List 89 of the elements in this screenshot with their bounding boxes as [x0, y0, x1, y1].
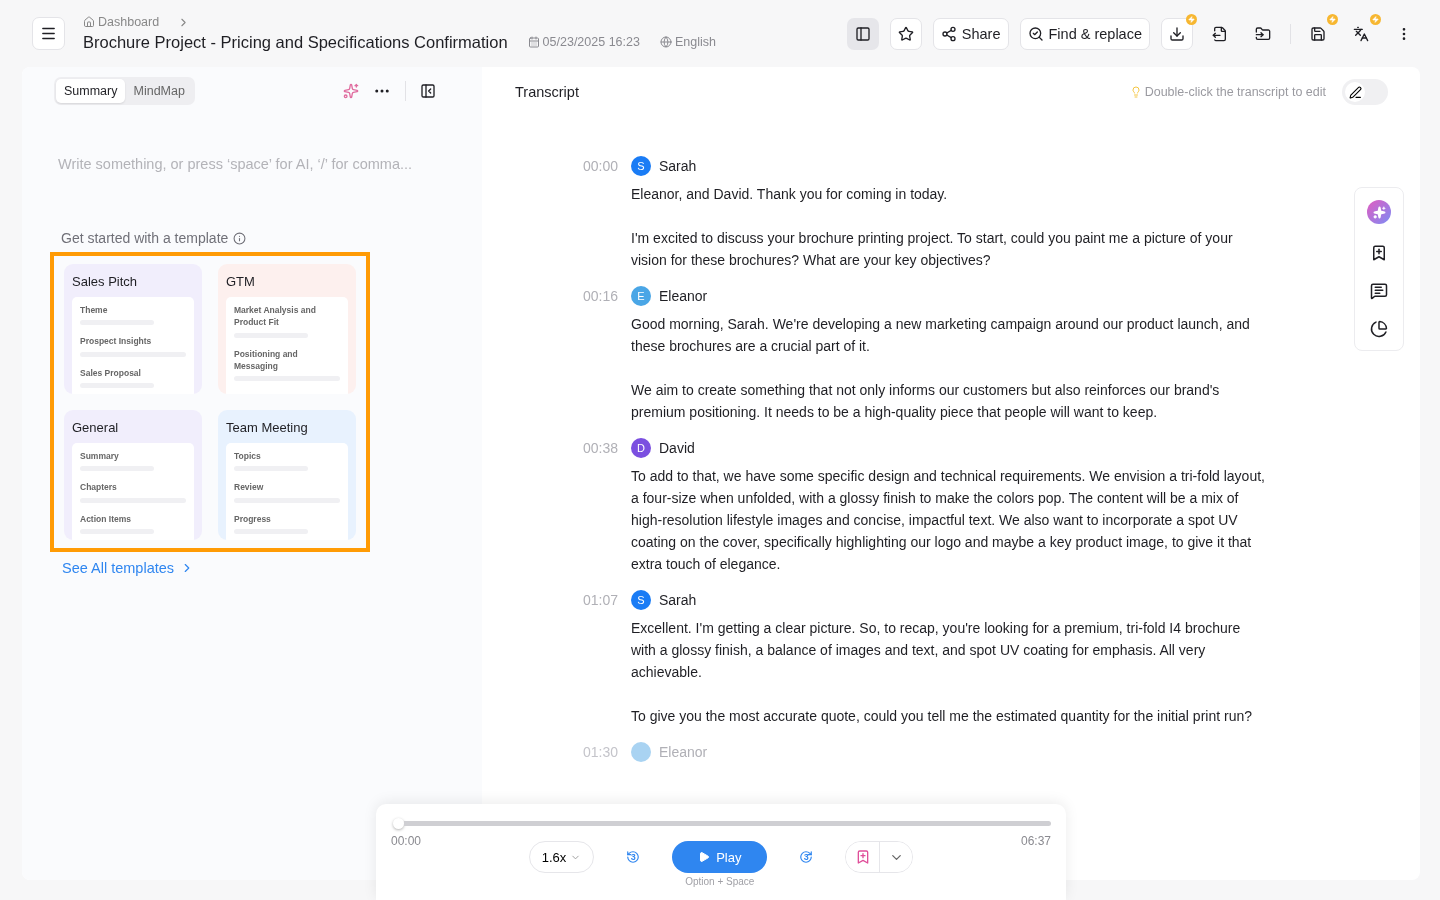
template-section: Topics — [234, 450, 340, 463]
ai-icon[interactable] — [1367, 200, 1391, 224]
template-section: Positioning and Messaging — [234, 347, 340, 373]
comment-icon[interactable] — [1370, 282, 1388, 300]
transcript-paragraph: We aim to create something that not only informs our customers but also reinforces our brand's premium positioning. It needs to be a high-quality piece that people will want to keep. — [631, 381, 1221, 422]
speaker-avatar: D — [631, 438, 651, 458]
transcript-paragraph: Good morning, Sarah. We're developing a new marketing campaign around our product launch, and these brochures are a crucial part of it. — [631, 315, 1251, 356]
speaker-name: Sarah — [659, 158, 697, 174]
template-section: Chapters — [80, 481, 186, 494]
template-card[interactable]: General Summary Chapters Action Items — [64, 410, 202, 540]
template-section: Market Analysis and Product Fit — [234, 304, 340, 329]
template-section: Review — [234, 481, 340, 494]
folder-icon — [1255, 25, 1271, 42]
home-icon — [83, 16, 95, 28]
template-section: Theme — [80, 304, 186, 317]
find-replace-button[interactable]: Find & replace — [1019, 17, 1150, 50]
timestamp[interactable]: 00:00 — [515, 155, 618, 177]
date-label: 05/23/2025 16:23 — [527, 35, 640, 49]
play-icon — [698, 851, 711, 863]
collapse-icon[interactable] — [420, 83, 436, 99]
templates-heading: Get started with a template — [61, 230, 229, 246]
menu-button[interactable] — [32, 17, 65, 50]
speaker-avatar: S — [631, 590, 651, 610]
search-icon — [1027, 25, 1044, 42]
transcript-paragraph: To give you the most accurate quote, could you tell me the estimated quantity for the initial print run? — [631, 707, 1253, 726]
transcript-paragraph: To add to that, we have some specific design and technical requirements. We envision a tri-fold layout, a four-size when unfolded, with a glossy finish to make the colors pop. The content will be a mix of high-resolution lifestyle images and concise, impactful text. We also want to incorporate a spot UV coating on the cover, specifically highlighting our logo and maybe a key product image, to give it that extra touch of elegance. — [631, 467, 1266, 574]
speaker-name: Eleanor — [659, 744, 708, 760]
forward-button[interactable]: 3 — [793, 841, 820, 873]
view-tab[interactable]: MindMap — [125, 79, 193, 103]
edit-toggle[interactable] — [1342, 79, 1388, 105]
transcript-paragraph: Excellent. I'm getting a clear picture. So, to recap, you're looking for a premium, tri-fold I4 brochure with a glossy finish, a balance of images and text, and spot UV coating for emphasis. All very achievable. — [631, 619, 1242, 682]
pencil-icon — [1348, 85, 1362, 99]
transcript-paragraph: I'm excited to discuss your brochure printing project. To start, could you paint me a picture of your vision for these brochures? What are your key objectives? — [631, 229, 1234, 270]
globe-icon — [659, 36, 672, 48]
page-title: Brochure Project - Pricing and Specifications Confirmation — [83, 33, 508, 52]
transcript-title: Transcript — [515, 84, 579, 100]
progress-track[interactable] — [393, 818, 1051, 829]
speaker-name: Sarah — [659, 592, 697, 608]
sidebar-button[interactable] — [846, 17, 879, 50]
template-card[interactable]: Sales Pitch Theme Prospect Insights Sales Proposal — [64, 264, 202, 394]
calendar-icon — [527, 36, 540, 48]
transcript-paragraph: Eleanor, and David. Thank you for coming in today. — [631, 185, 949, 204]
lightbulb-icon — [1129, 86, 1142, 98]
template-title: General — [72, 420, 120, 435]
timestamp[interactable]: 00:38 — [515, 437, 618, 459]
view-tab[interactable]: Summary — [56, 79, 126, 103]
template-title: GTM — [226, 274, 256, 289]
star-icon — [897, 25, 914, 42]
template-card[interactable]: GTM Market Analysis and Product Fit Positioning and Messaging — [218, 264, 356, 394]
menu-icon — [40, 25, 57, 42]
template-section: Summary — [80, 450, 186, 463]
edit-hint: Double-click the transcript to edit — [1129, 85, 1326, 99]
timestamp[interactable]: 00:16 — [515, 285, 618, 307]
download-icon — [1169, 25, 1185, 42]
speaker-name: Eleanor — [659, 288, 708, 304]
template-section: Prospect Insights — [80, 335, 186, 348]
pie-chart-icon[interactable] — [1370, 320, 1388, 338]
bookmark-icon[interactable] — [1370, 244, 1388, 262]
share-icon — [940, 25, 957, 42]
elapsed-time: 00:00 — [391, 834, 422, 848]
speaker-avatar: E — [631, 286, 651, 306]
speed-button[interactable]: 1.6x — [528, 841, 595, 873]
see-all-link[interactable]: See All templates — [54, 560, 450, 576]
shortcut-hint: Option + Space — [685, 876, 755, 887]
translate-icon — [1353, 25, 1369, 42]
sparkle-icon — [1372, 205, 1386, 219]
template-title: Team Meeting — [226, 420, 309, 435]
total-time: 06:37 — [1020, 834, 1051, 848]
ai-icon[interactable] — [343, 83, 359, 99]
play-button[interactable]: Play — [672, 841, 768, 873]
template-section: Action Items — [80, 512, 186, 525]
template-section: Progress — [234, 512, 340, 525]
breadcrumb-link[interactable]: Dashboard — [83, 15, 716, 29]
template-section: Sales Proposal — [80, 366, 186, 379]
rewind-button[interactable]: 3 — [620, 841, 647, 873]
speaker-avatar: S — [631, 156, 651, 176]
template-title: Sales Pitch — [72, 274, 139, 289]
sidebar-icon — [854, 25, 871, 42]
share-button[interactable]: Share — [932, 17, 1009, 50]
speaker-name: David — [659, 440, 695, 456]
language-label: English — [659, 35, 716, 49]
save-icon — [1310, 25, 1326, 42]
timestamp[interactable]: 01:07 — [515, 589, 618, 611]
editor-field[interactable]: Write something, or press ‘space’ for AI, ‘/’ for comma... — [54, 150, 450, 178]
progress-handle[interactable] — [393, 818, 404, 829]
export-icon — [1212, 25, 1228, 42]
template-card[interactable]: Team Meeting Topics Review Progress — [218, 410, 356, 540]
star-button[interactable] — [889, 17, 922, 50]
info-icon[interactable] — [233, 231, 247, 245]
